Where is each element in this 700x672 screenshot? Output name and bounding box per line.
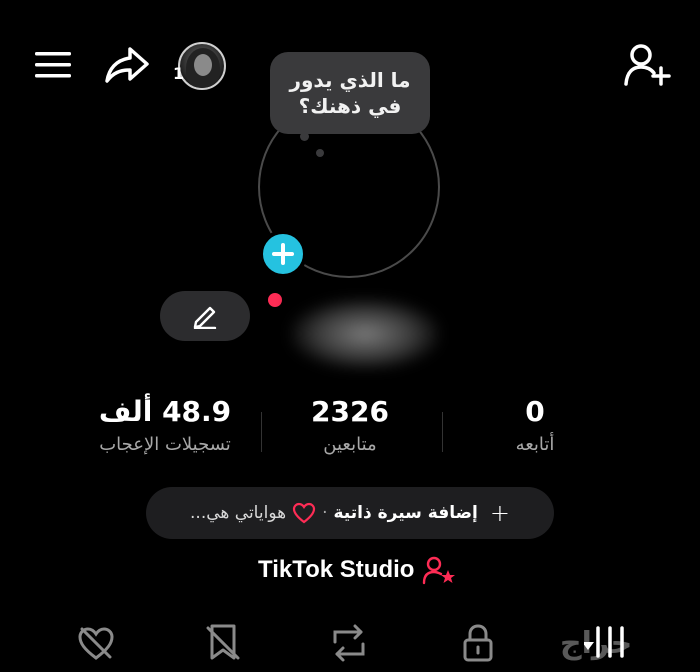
favorites-icon [206, 624, 240, 660]
bubble-tail-dot [316, 149, 324, 157]
stat-divider [442, 412, 443, 452]
followers-stat[interactable]: 2326 متابعين [280, 395, 420, 457]
blurred-username [290, 298, 440, 370]
likes-count: 48.9 ألف [98, 395, 232, 428]
tab-favorites[interactable] [198, 620, 250, 666]
following-label: أتابعه [515, 434, 555, 455]
menu-icon [35, 52, 71, 78]
heart-icon [292, 502, 316, 524]
share-profile-button[interactable] [102, 40, 152, 90]
stat-divider [261, 412, 262, 452]
story-avatar[interactable] [178, 42, 226, 90]
tab-private[interactable] [452, 620, 504, 666]
reposts-icon [333, 624, 365, 662]
add-bio-button[interactable]: + إضافة سيرة ذاتية · هواياتي هي... [146, 487, 554, 539]
plus-icon: + [489, 499, 510, 527]
share-icon [105, 47, 149, 83]
tab-reposts[interactable] [323, 620, 375, 666]
add-friend-button[interactable] [620, 40, 676, 90]
bio-separator: · [322, 503, 328, 523]
notification-dot [268, 293, 282, 307]
story-count: 1 [173, 64, 185, 83]
add-bio-label: إضافة سيرة ذاتية [333, 503, 478, 523]
studio-label: TikTok Studio [258, 556, 415, 583]
bubble-tail-dot [300, 132, 309, 141]
menu-button[interactable] [30, 42, 76, 88]
followers-label: متابعين [323, 434, 377, 455]
edit-icon [193, 306, 217, 329]
following-stat[interactable]: 0 أتابعه [470, 395, 600, 457]
hobbies-placeholder: هواياتي هي... [190, 503, 287, 523]
private-icon [463, 624, 493, 662]
add-friend-icon [624, 44, 671, 86]
tab-liked[interactable] [70, 620, 122, 666]
studio-icon [423, 556, 456, 585]
watermark: حراج [560, 626, 633, 661]
edit-profile-button[interactable] [160, 291, 250, 341]
following-count: 0 [525, 395, 545, 428]
liked-icon [78, 627, 114, 660]
likes-label: تسجيلات الإعجاب [99, 434, 231, 455]
plus-icon [272, 243, 294, 265]
likes-stat[interactable]: 48.9 ألف تسجيلات الإعجاب [70, 395, 260, 457]
tiktok-studio-button[interactable]: TikTok Studio [258, 552, 456, 588]
add-photo-button[interactable] [259, 230, 307, 278]
followers-count: 2326 [311, 395, 389, 428]
thought-bubble[interactable]: ما الذي يدور في ذهنك؟ [270, 52, 430, 134]
bubble-line-2: في ذهنك؟ [298, 94, 402, 118]
bubble-line-1: ما الذي يدور [289, 68, 411, 92]
